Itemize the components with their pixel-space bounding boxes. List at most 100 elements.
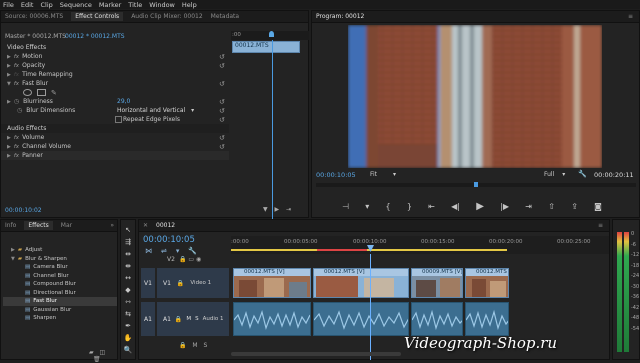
rectangle-mask-icon[interactable] [37,89,46,96]
fx-badge-icon[interactable]: fx [14,54,19,60]
lock-icon[interactable]: 🔒 [179,342,186,349]
export-frame-icon[interactable]: ◙ [594,202,602,211]
timeline-ruler[interactable]: :00:00 00:00:05:00 00:00:10:00 00:00:15:… [231,236,609,254]
tab-audio-clip-mixer[interactable]: Audio Clip Mixer: 00012 [131,13,202,20]
reset-icon[interactable]: ↺ [219,134,225,142]
step-back-icon[interactable]: ◀| [451,202,460,211]
expand-triangle-icon[interactable]: ▶ [7,54,11,60]
program-scrubber[interactable] [316,182,636,187]
expand-triangle-icon[interactable]: ▶ [11,247,15,253]
settings-wrench-icon[interactable]: 🔧 [578,170,587,178]
slip-tool-icon[interactable]: ⇿ [124,298,133,307]
menu-window[interactable]: Window [149,1,175,9]
a1-track-header[interactable]: A1 🔒 M S Audio 1 [157,302,229,336]
tree-item-compound-blur[interactable]: ▤ Compound Blur [3,280,117,289]
timeline-scrollbar[interactable] [231,352,401,356]
expand-triangle-icon[interactable]: ▶ [7,144,11,150]
go-to-out-icon[interactable]: ⇥ [525,202,532,211]
mark-in-icon[interactable]: ⊣ [342,202,349,211]
tab-metadata[interactable]: Metadata [211,13,239,20]
reset-icon[interactable]: ↺ [219,53,225,61]
video-clip[interactable]: 00012.MTS [V] [465,268,509,298]
fx-badge-icon[interactable]: fx [14,144,19,150]
menu-title[interactable]: Title [128,1,142,9]
master-clip-label[interactable]: Master * 00012.MTS [5,33,66,40]
menu-sequence[interactable]: Sequence [60,1,92,9]
reset-icon[interactable]: ↺ [219,107,225,115]
mute-button[interactable]: M [192,342,197,349]
a1-source-patch[interactable]: A1 [141,302,155,336]
stopwatch-icon[interactable]: ◷ [17,107,22,114]
collapse-triangle-icon[interactable]: ▼ [11,256,15,262]
ec-timecode[interactable]: 00:00:10:02 [5,207,42,214]
tree-item-camera-blur[interactable]: ▤ Camera Blur [3,263,117,272]
panel-menu-icon[interactable]: ≡ [598,222,603,229]
play-icon[interactable]: ▶ [476,201,484,212]
reset-icon[interactable]: ↺ [219,80,225,88]
sync-icon[interactable]: ▭ [188,256,194,263]
audio-clip[interactable] [313,302,409,336]
close-tab-icon[interactable]: ✕ [143,222,148,229]
audio-clip[interactable] [411,302,463,336]
ellipse-mask-icon[interactable] [23,89,32,96]
zoom-tool-icon[interactable]: 🔍 [124,346,133,355]
menu-marker[interactable]: Marker [99,1,121,9]
lock-icon[interactable]: 🔒 [177,280,184,287]
v1-source-patch[interactable]: V1 [141,268,155,298]
mark-out-bracket-icon[interactable]: } [407,202,412,211]
track-select-tool-icon[interactable]: ⇶ [124,238,133,247]
filter-icon[interactable]: ▼ [263,206,268,213]
program-playhead[interactable] [474,182,478,187]
collapse-triangle-icon[interactable]: ▼ [7,81,11,87]
solo-button[interactable]: S [195,316,199,322]
linked-selection-icon[interactable]: ⇌ [161,247,167,255]
fx-badge-icon[interactable]: fx [14,63,19,69]
step-forward-icon[interactable]: |▶ [500,202,509,211]
selection-tool-icon[interactable]: ↖ [124,226,133,235]
reset-icon[interactable]: ↺ [219,98,225,106]
repeat-edge-checkbox[interactable] [115,116,122,123]
export-icon[interactable]: ⇥ [286,206,291,213]
rate-stretch-tool-icon[interactable]: ↔ [124,274,133,283]
effect-row-opacity[interactable]: ▶ fx Opacity ↺ [1,61,229,70]
mark-in-bracket-icon[interactable]: { [385,202,390,211]
expand-triangle-icon[interactable]: ▶ [7,135,11,141]
rolling-edit-tool-icon[interactable]: ⇼ [124,262,133,271]
program-title[interactable]: Program: 00012 [316,13,364,20]
effect-row-motion[interactable]: ▶ fx Motion ↺ [1,52,229,61]
menu-edit[interactable]: Edit [21,1,34,9]
tab-source[interactable]: Source: 00006.MTS [5,13,63,20]
reset-icon[interactable]: ↺ [219,143,225,151]
quality-dropdown[interactable]: Full ▾ [544,171,565,178]
video-clip[interactable]: 00009.MTS [V] [411,268,463,298]
new-item-icon[interactable]: ◫ [100,349,106,356]
ec-playhead-handle[interactable] [269,31,274,37]
fx-badge-icon[interactable]: fx [14,81,19,87]
tree-item-sharpen[interactable]: ▤ Sharpen [3,314,117,323]
menu-file[interactable]: File [3,1,14,9]
expand-triangle-icon[interactable]: ▶ [7,72,11,78]
tab-info[interactable]: Info [5,222,16,229]
extract-icon[interactable]: ⇪ [571,202,578,211]
go-to-in-icon[interactable]: ⇤ [428,202,435,211]
fx-badge-icon[interactable]: fx [14,153,19,159]
menu-help[interactable]: Help [182,1,197,9]
v2-track-label[interactable]: V2 [167,256,176,265]
slide-tool-icon[interactable]: ⇆ [124,310,133,319]
add-marker-icon[interactable]: ▾ [176,247,180,255]
tree-item-fast-blur[interactable]: ▤ Fast Blur [3,297,117,306]
timeline-settings-icon[interactable]: 🔧 [188,247,197,255]
more-panels-icon[interactable]: » [110,222,114,229]
effect-row-fast-blur[interactable]: ▼ fx Fast Blur ↺ [1,79,229,88]
blurriness-value[interactable]: 29,0 [117,98,130,105]
video-clip[interactable]: 00012.MTS [V] [233,268,311,298]
tab-markers[interactable]: Mar [61,222,72,229]
tree-item-channel-blur[interactable]: ▤ Channel Blur [3,272,117,281]
fx-badge-icon[interactable]: fx [14,135,19,141]
new-bin-icon[interactable]: ▰ [89,349,94,356]
audio-clip[interactable] [465,302,509,336]
add-marker-icon[interactable]: ▾ [365,202,369,211]
lift-icon[interactable]: ⇧ [548,202,555,211]
reset-icon[interactable]: ↺ [219,116,225,124]
ripple-edit-tool-icon[interactable]: ⇹ [124,250,133,259]
